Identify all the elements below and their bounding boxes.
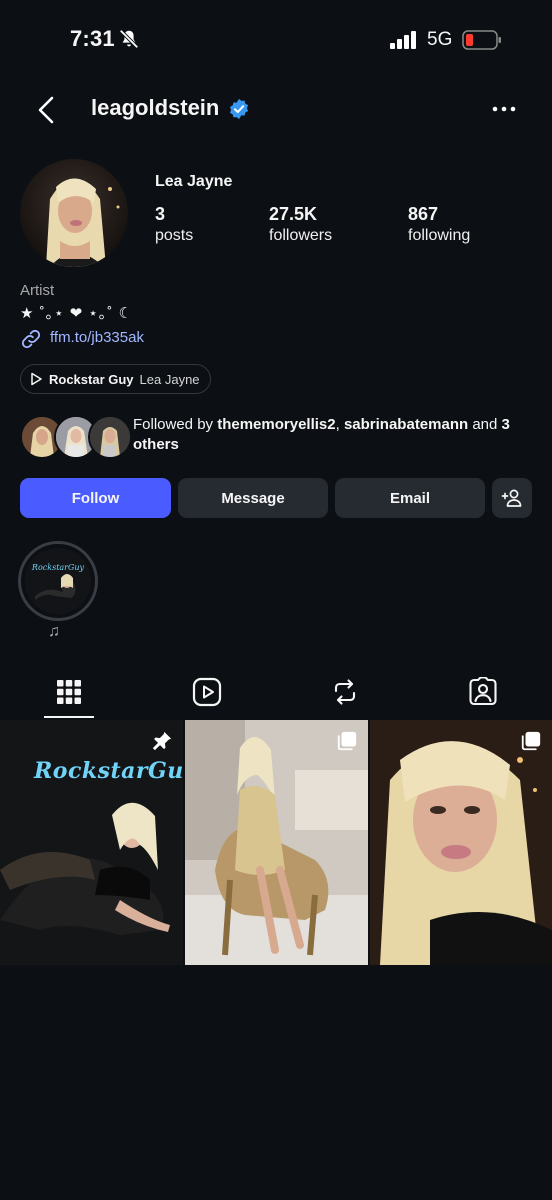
- svg-text:RockstarGuy: RockstarGuy: [31, 563, 85, 572]
- email-button[interactable]: Email: [335, 478, 485, 518]
- silent-bell-icon: [119, 29, 139, 49]
- grid-post-1[interactable]: RockstarGuy: [0, 720, 183, 965]
- network-type: 5G: [427, 29, 453, 50]
- verified-badge-icon: [229, 98, 249, 120]
- cellular-signal-icon: [390, 31, 416, 49]
- profile-bio: ★ ˚｡⋆ ❤ ⋆｡˚ ☾: [20, 305, 133, 322]
- profile-category: Artist: [20, 282, 55, 299]
- tagged-person-icon: [469, 677, 497, 706]
- highlight-cover: RockstarGuy: [25, 548, 91, 614]
- mutual-and: and: [468, 416, 502, 433]
- reels-play-icon: [192, 677, 222, 707]
- stat-followers-count: 27.5K: [269, 204, 318, 224]
- mutual-followers-avatars[interactable]: [20, 415, 132, 459]
- tab-posts-grid[interactable]: [51, 674, 87, 710]
- stat-posts[interactable]: 3 posts: [155, 204, 193, 246]
- more-options-icon[interactable]: [490, 100, 518, 118]
- active-tab-indicator: [44, 716, 94, 718]
- stat-following[interactable]: 867 following: [408, 204, 470, 246]
- mutual-user-1: thememoryellis2: [217, 416, 336, 433]
- mutual-sep: ,: [335, 416, 344, 433]
- profile-full-name: Lea Jayne: [155, 173, 233, 190]
- mutual-prefix: Followed by: [133, 416, 218, 433]
- grid-post-3[interactable]: [370, 720, 552, 965]
- add-person-icon: [501, 489, 522, 507]
- suggested-users-button[interactable]: [492, 478, 532, 518]
- profile-music-pill[interactable]: Rockstar Guy Lea Jayne: [20, 364, 211, 394]
- stat-followers[interactable]: 27.5K followers: [269, 204, 332, 246]
- grid-post-2[interactable]: [185, 720, 368, 965]
- stat-followers-label: followers: [269, 227, 333, 244]
- mutual-user-2: sabrinabatemann: [343, 416, 469, 433]
- status-time: 7:31: [70, 26, 115, 51]
- stat-posts-label: posts: [155, 227, 194, 244]
- music-song-title: Rockstar Guy: [49, 371, 134, 387]
- music-artist-name: Lea Jayne: [139, 371, 200, 387]
- tab-tagged[interactable]: [465, 674, 501, 710]
- mutual-avatar-3: [88, 415, 132, 459]
- play-icon: [31, 372, 42, 386]
- story-highlight[interactable]: RockstarGuy: [18, 541, 98, 621]
- post-overlay-title: RockstarGuy: [34, 758, 183, 784]
- stat-following-count: 867: [408, 204, 439, 224]
- stat-posts-count: 3: [155, 204, 166, 224]
- tab-reposts[interactable]: [327, 674, 363, 710]
- carousel-icon: [337, 731, 357, 751]
- link-icon: [21, 329, 41, 349]
- profile-avatar[interactable]: [20, 159, 128, 267]
- back-arrow-icon[interactable]: [32, 94, 62, 126]
- follow-button[interactable]: Follow: [20, 478, 171, 518]
- carousel-icon: [521, 731, 541, 751]
- battery-low-icon: [462, 30, 501, 50]
- message-button[interactable]: Message: [178, 478, 328, 518]
- highlight-music-note-icon: ♫: [48, 623, 60, 640]
- mutual-followers-text[interactable]: Followed by thememoryellis2, sabrinabate…: [133, 415, 533, 455]
- stat-following-label: following: [408, 227, 471, 244]
- pinned-icon: [152, 731, 172, 751]
- profile-username: leagoldstein: [91, 95, 220, 120]
- profile-link[interactable]: ffm.to/jb335ak: [50, 329, 144, 346]
- grid-icon: [57, 680, 81, 704]
- repost-icon: [334, 679, 356, 705]
- tab-reels[interactable]: [189, 674, 225, 710]
